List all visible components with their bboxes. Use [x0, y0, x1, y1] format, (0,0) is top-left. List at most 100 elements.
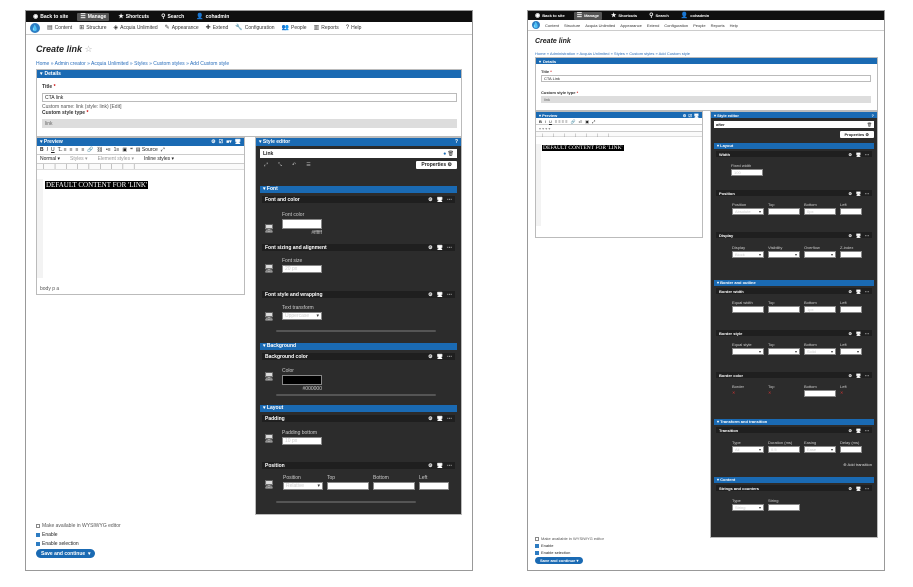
menu-reports[interactable]: ▥ Reports	[314, 25, 339, 31]
desktop-icon[interactable]: 🖥	[856, 233, 861, 238]
border-section[interactable]: ▾ Border and outline	[714, 280, 874, 286]
easing-select[interactable]: Ease	[804, 446, 836, 453]
bottom-input[interactable]	[373, 482, 415, 490]
menu-content[interactable]: Content	[545, 23, 559, 28]
width-group[interactable]: Width ⚙ 🖥 ⋯	[716, 151, 872, 157]
settings-icon[interactable]: ⚙	[848, 191, 852, 196]
desktop-icon[interactable]: 🖥	[437, 197, 443, 203]
font-section[interactable]: ▾ Font	[260, 186, 457, 193]
bc-bottom-swatch[interactable]	[804, 390, 836, 397]
menu-content[interactable]: ▤ Content	[47, 25, 72, 31]
menu-configuration[interactable]: Configuration	[664, 23, 688, 28]
padding-bottom-input[interactable]: 10 px	[282, 437, 322, 445]
bg-color-group[interactable]: Background color ⚙ 🖥 ⋯	[262, 353, 455, 360]
visibility-select[interactable]	[768, 251, 800, 258]
maximize-icon[interactable]: ⤢	[592, 119, 595, 124]
wysiwyg-checkbox[interactable]: Make available in WYSIWYG editor	[535, 536, 604, 541]
search-tab[interactable]: ⚲ Search	[158, 13, 187, 21]
overflow-select[interactable]	[804, 251, 836, 258]
left-input[interactable]	[419, 482, 449, 490]
list-icon[interactable]: •≡	[579, 119, 583, 124]
enable-checkbox[interactable]: Enable	[535, 543, 553, 548]
scrollbar[interactable]	[276, 501, 416, 503]
more-icon[interactable]: ⋯	[447, 354, 452, 360]
maximize-icon[interactable]: ⤢	[161, 147, 165, 153]
settings-icon[interactable]: ⚙	[848, 486, 852, 491]
manage-tab[interactable]: ☰ Manage	[77, 12, 110, 21]
string-type-select[interactable]: String	[732, 504, 764, 511]
selector-input[interactable]: after 🗑	[714, 121, 874, 128]
editor-area[interactable]: DEFAULT CONTENT FOR 'LINK'	[37, 179, 244, 278]
align-center-icon[interactable]: ≡	[70, 147, 73, 153]
bottom-input[interactable]: 0px	[804, 208, 836, 215]
color-icon[interactable]: ■▾	[226, 139, 232, 145]
more-icon[interactable]: ⋯	[447, 197, 452, 203]
top-input[interactable]	[327, 482, 369, 490]
bold-icon[interactable]: B	[40, 147, 44, 153]
string-input[interactable]	[768, 504, 800, 511]
list-icon[interactable]: ☰	[306, 162, 310, 168]
checkbox[interactable]	[36, 523, 40, 528]
save-button[interactable]: Save and continue ▾	[535, 557, 584, 564]
position-group[interactable]: Position ⚙ 🖥 ⋯	[716, 190, 872, 196]
gear-icon[interactable]: ⚙	[211, 139, 215, 145]
expand-icon[interactable]: ⤢	[264, 162, 268, 168]
position-select[interactable]: Relative	[283, 482, 323, 490]
settings-icon[interactable]: ⚙	[848, 428, 852, 433]
position-select[interactable]: Absolute	[732, 208, 764, 215]
element-styles-select[interactable]: Element styles ▾	[98, 156, 134, 162]
layout-section[interactable]: ▾ Layout	[714, 143, 874, 149]
desktop-icon[interactable]: 🖥	[235, 139, 241, 145]
desktop-icon[interactable]: 🖥	[856, 373, 861, 378]
enable-selection-checkbox[interactable]: Enable selection	[535, 550, 570, 555]
more-icon[interactable]: ⋯	[447, 245, 452, 251]
display-group[interactable]: Display ⚙ 🖥 ⋯	[716, 232, 872, 238]
display-select[interactable]: Block	[732, 251, 764, 258]
settings-icon[interactable]: ⚙	[428, 197, 432, 203]
border-color-swatch[interactable]: ✕	[732, 390, 764, 397]
font-color-swatch[interactable]	[282, 219, 322, 229]
help-icon[interactable]: ?	[872, 113, 874, 118]
more-icon[interactable]: ⋯	[865, 289, 869, 294]
desktop-icon[interactable]: 🖥	[694, 113, 699, 118]
image-icon[interactable]: ▣	[585, 119, 589, 124]
font-sizing-group[interactable]: Font sizing and alignment ⚙ 🖥 ⋯	[262, 244, 455, 251]
menu-appearance[interactable]: ✎ Appearance	[165, 25, 199, 31]
more-icon[interactable]: ⋯	[447, 292, 452, 298]
bw-bottom-input[interactable]: 1px	[804, 306, 836, 313]
breadcrumb[interactable]: Home » Admin creator » Acquia Unlimited …	[36, 61, 229, 67]
more-icon[interactable]: ⋯	[865, 428, 869, 433]
transform-section[interactable]: ▾ Transform and transition	[714, 419, 874, 425]
settings-icon[interactable]: ⚙	[428, 245, 432, 251]
border-width-group[interactable]: Border width ⚙ 🖥 ⋯	[716, 288, 872, 294]
checkbox[interactable]	[36, 541, 40, 546]
menu-appearance[interactable]: Appearance	[620, 23, 642, 28]
selector-input[interactable]: Link ● 🗑	[260, 149, 457, 158]
menu-acquia[interactable]: Acquia Unlimited	[585, 23, 615, 28]
zindex-input[interactable]	[840, 251, 862, 258]
settings-icon[interactable]: ⚙	[848, 331, 852, 336]
source-button[interactable]: ▤ Source	[136, 147, 158, 153]
desktop-icon[interactable]: 🖥	[437, 245, 443, 251]
bs-top-select[interactable]	[768, 348, 800, 355]
bold-icon[interactable]: B	[539, 119, 542, 124]
bw-top-input[interactable]	[768, 306, 800, 313]
transition-group[interactable]: Transition ⚙ 🖥 ⋯	[716, 427, 872, 433]
checkbox[interactable]	[36, 532, 40, 537]
more-icon[interactable]: ⋯	[865, 233, 869, 238]
equal-style-select[interactable]	[732, 348, 764, 355]
menu-reports[interactable]: Reports	[711, 23, 725, 28]
checkbox[interactable]	[535, 536, 539, 541]
checkbox[interactable]	[535, 543, 539, 548]
menu-structure[interactable]: ⊞ Structure	[79, 25, 106, 31]
more-icon[interactable]: ⋯	[865, 191, 869, 196]
more-icon[interactable]: ⋯	[865, 152, 869, 157]
desktop-icon[interactable]: 🖥	[437, 416, 443, 422]
format-select[interactable]: Normal ▾	[40, 156, 60, 162]
desktop-icon[interactable]: 🖥	[437, 292, 443, 298]
properties-button[interactable]: Properties ⚙	[416, 161, 457, 169]
preview-header[interactable]: ▾ Preview ⚙ ☑ ■▾ 🖥	[37, 138, 244, 146]
bc-top-swatch[interactable]: ✕	[768, 390, 800, 397]
layout-section[interactable]: ▾ Layout	[260, 405, 457, 412]
top-input[interactable]	[768, 208, 800, 215]
